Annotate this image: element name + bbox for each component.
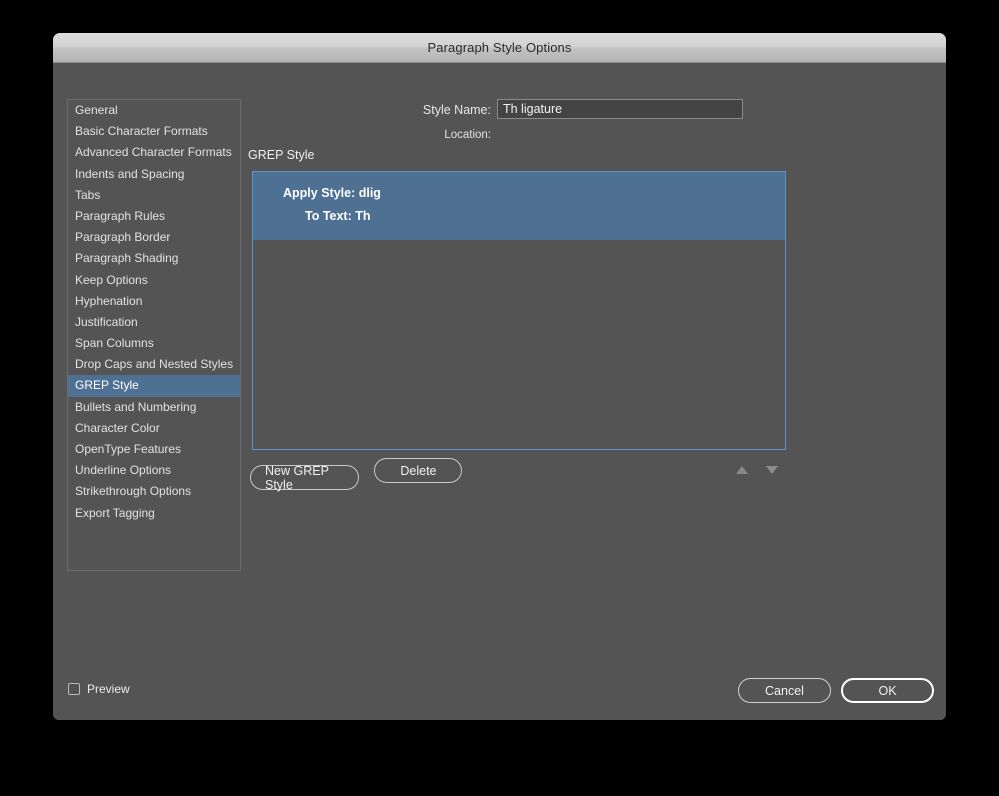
sidebar-item-justification[interactable]: Justification xyxy=(68,312,240,333)
sidebar-item-label: Drop Caps and Nested Styles xyxy=(75,357,234,372)
sidebar-item-label: Hyphenation xyxy=(75,293,143,308)
style-name-value: Th ligature xyxy=(503,102,563,116)
sidebar-item-grep-style[interactable]: GREP Style xyxy=(68,375,240,397)
sidebar-item-paragraph-rules[interactable]: Paragraph Rules xyxy=(68,206,240,227)
sidebar-item-label: Basic Character Formats xyxy=(75,124,208,139)
sidebar-item-label: Advanced Character Formats xyxy=(75,145,232,160)
delete-grep-style-button[interactable]: Delete xyxy=(374,458,463,483)
triangle-down-icon[interactable] xyxy=(766,466,778,474)
sidebar-item-label: Keep Options xyxy=(75,272,148,287)
preview-label: Preview xyxy=(87,682,130,696)
sidebar-item-paragraph-border[interactable]: Paragraph Border xyxy=(68,227,240,248)
preview-checkbox-group[interactable]: Preview xyxy=(68,682,130,696)
category-sidebar[interactable]: General Basic Character Formats Advanced C… xyxy=(67,99,241,571)
sidebar-item-label: Span Columns xyxy=(75,336,154,351)
sidebar-item-label: GREP Style xyxy=(75,378,139,393)
sidebar-item-hyphenation[interactable]: Hyphenation xyxy=(68,291,240,312)
sidebar-item-label: OpenType Features xyxy=(75,442,182,456)
sidebar-item-label: Strikethrough Options xyxy=(75,484,192,499)
sidebar-item-label: Paragraph Border xyxy=(75,230,171,245)
style-name-label: Style Name: xyxy=(422,103,491,117)
sidebar-item-character-color[interactable]: Character Color xyxy=(68,418,240,439)
style-name-input[interactable]: Th ligature xyxy=(497,99,743,119)
sidebar-item-underline-options[interactable]: Underline Options xyxy=(68,460,240,481)
sidebar-item-export-tagging[interactable]: Export Tagging xyxy=(68,503,240,524)
grep-style-section-title: GREP Style xyxy=(248,148,315,162)
paragraph-style-options-dialog: Paragraph Style Options General Basic Cha… xyxy=(53,33,946,720)
sidebar-item-opentype-features[interactable]: OpenType Features xyxy=(68,439,240,460)
sidebar-item-label: Paragraph Rules xyxy=(75,208,166,223)
screen: Paragraph Style Options General Basic Cha… xyxy=(0,0,999,796)
sidebar-item-basic-character-formats[interactable]: Basic Character Formats xyxy=(68,121,240,142)
grep-style-list[interactable]: Apply Style: dlig To Text: Th xyxy=(252,171,786,450)
sidebar-item-label: Indents and Spacing xyxy=(75,166,185,181)
sidebar-item-indents-and-spacing[interactable]: Indents and Spacing xyxy=(68,164,240,185)
ok-button[interactable]: OK xyxy=(841,678,934,703)
location-label: Location: xyxy=(444,129,491,141)
sidebar-item-tabs[interactable]: Tabs xyxy=(68,185,240,206)
sidebar-item-span-columns[interactable]: Span Columns xyxy=(68,333,240,354)
style-name-row: Style Name: Th ligature xyxy=(53,99,946,121)
sidebar-item-label: Paragraph Shading xyxy=(75,251,179,266)
dialog-titlebar[interactable]: Paragraph Style Options xyxy=(53,33,946,63)
sidebar-item-label: Bullets and Numbering xyxy=(75,399,197,414)
cancel-button[interactable]: Cancel xyxy=(738,678,831,703)
new-grep-style-button[interactable]: New GREP Style xyxy=(250,464,359,492)
grep-apply-style-text: Apply Style: dlig xyxy=(283,186,381,200)
reorder-arrows xyxy=(730,460,790,482)
sidebar-item-paragraph-shading[interactable]: Paragraph Shading xyxy=(68,248,240,269)
sidebar-item-strikethrough-options[interactable]: Strikethrough Options xyxy=(68,481,240,502)
grep-to-text-text: To Text: Th xyxy=(305,209,371,223)
sidebar-item-label: Underline Options xyxy=(75,463,172,478)
grep-style-button-row: New GREP Style Delete xyxy=(250,458,790,492)
sidebar-item-label: Character Color xyxy=(75,420,160,435)
dialog-title: Paragraph Style Options xyxy=(427,40,572,55)
sidebar-item-keep-options[interactable]: Keep Options xyxy=(68,270,240,291)
sidebar-item-advanced-character-formats[interactable]: Advanced Character Formats xyxy=(68,142,240,163)
sidebar-item-label: Tabs xyxy=(75,187,101,202)
sidebar-item-drop-caps-and-nested-styles[interactable]: Drop Caps and Nested Styles xyxy=(68,354,240,375)
preview-checkbox[interactable] xyxy=(68,683,80,695)
dialog-footer-buttons: Cancel OK xyxy=(738,678,934,703)
grep-style-entry[interactable]: Apply Style: dlig To Text: Th xyxy=(253,172,785,240)
sidebar-item-label: Export Tagging xyxy=(75,505,155,520)
dialog-body: General Basic Character Formats Advanced C… xyxy=(53,63,946,720)
sidebar-item-bullets-and-numbering[interactable]: Bullets and Numbering xyxy=(68,397,240,418)
triangle-up-icon[interactable] xyxy=(736,466,748,474)
sidebar-item-label: Justification xyxy=(75,314,138,329)
